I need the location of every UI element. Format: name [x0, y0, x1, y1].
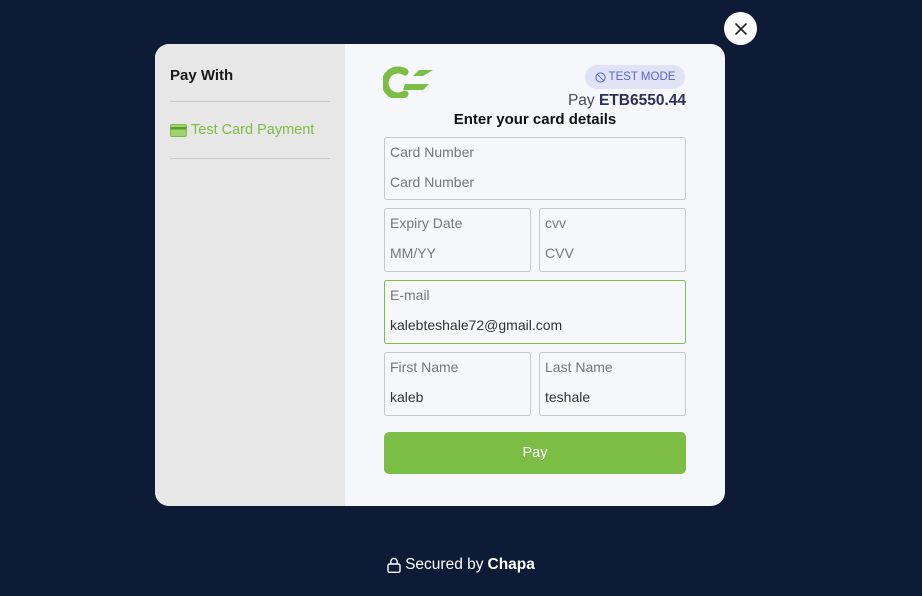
blocked-icon	[594, 71, 606, 83]
test-mode-badge: TEST MODE	[585, 65, 685, 89]
close-button[interactable]	[724, 12, 757, 45]
pay-button[interactable]: Pay	[384, 432, 686, 474]
credit-card-icon	[170, 123, 187, 137]
last-name-input[interactable]	[545, 389, 680, 405]
payment-methods-sidebar: Pay With Test Card Payment	[155, 44, 345, 506]
lock-icon	[387, 557, 401, 573]
amount-value: ETB6550.44	[598, 92, 686, 109]
secured-by-label: Secured by	[405, 556, 484, 573]
card-number-label: Card Number	[390, 144, 475, 160]
cvv-input[interactable]	[545, 245, 680, 261]
badge-label: TEST MODE	[608, 71, 676, 83]
brand-name[interactable]: Chapa	[488, 556, 535, 574]
card-number-input[interactable]	[390, 174, 680, 190]
cvv-field[interactable]: cvv	[539, 208, 686, 272]
pay-amount: Pay ETB6550.44	[568, 92, 686, 110]
payment-form-panel: TEST MODE Pay ETB6550.44 Enter your card…	[345, 44, 725, 506]
method-test-card-payment[interactable]: Test Card Payment	[170, 102, 330, 158]
last-name-field[interactable]: Last Name	[539, 352, 686, 416]
email-input[interactable]	[390, 317, 680, 333]
first-name-label: First Name	[390, 359, 459, 375]
chapa-logo	[381, 64, 435, 103]
expiry-date-input[interactable]	[390, 245, 525, 261]
email-label: E-mail	[390, 287, 430, 303]
expiry-date-field[interactable]: Expiry Date	[384, 208, 531, 272]
cvv-label: cvv	[545, 215, 566, 231]
payment-modal: Pay With Test Card Payment TEST MODE Pay…	[155, 44, 725, 506]
first-name-field[interactable]: First Name	[384, 352, 531, 416]
card-number-field[interactable]: Card Number	[384, 137, 686, 200]
secured-by-footer: Secured by Chapa	[0, 556, 922, 574]
pay-prefix: Pay	[567, 92, 595, 109]
email-field[interactable]: E-mail	[384, 280, 686, 344]
last-name-label: Last Name	[545, 359, 613, 375]
expiry-date-label: Expiry Date	[390, 215, 463, 231]
divider	[170, 158, 330, 159]
method-label: Test Card Payment	[191, 122, 315, 138]
close-icon	[734, 22, 747, 35]
sidebar-title: Pay With	[170, 67, 234, 84]
first-name-input[interactable]	[390, 389, 525, 405]
form-heading: Enter your card details	[453, 111, 617, 128]
